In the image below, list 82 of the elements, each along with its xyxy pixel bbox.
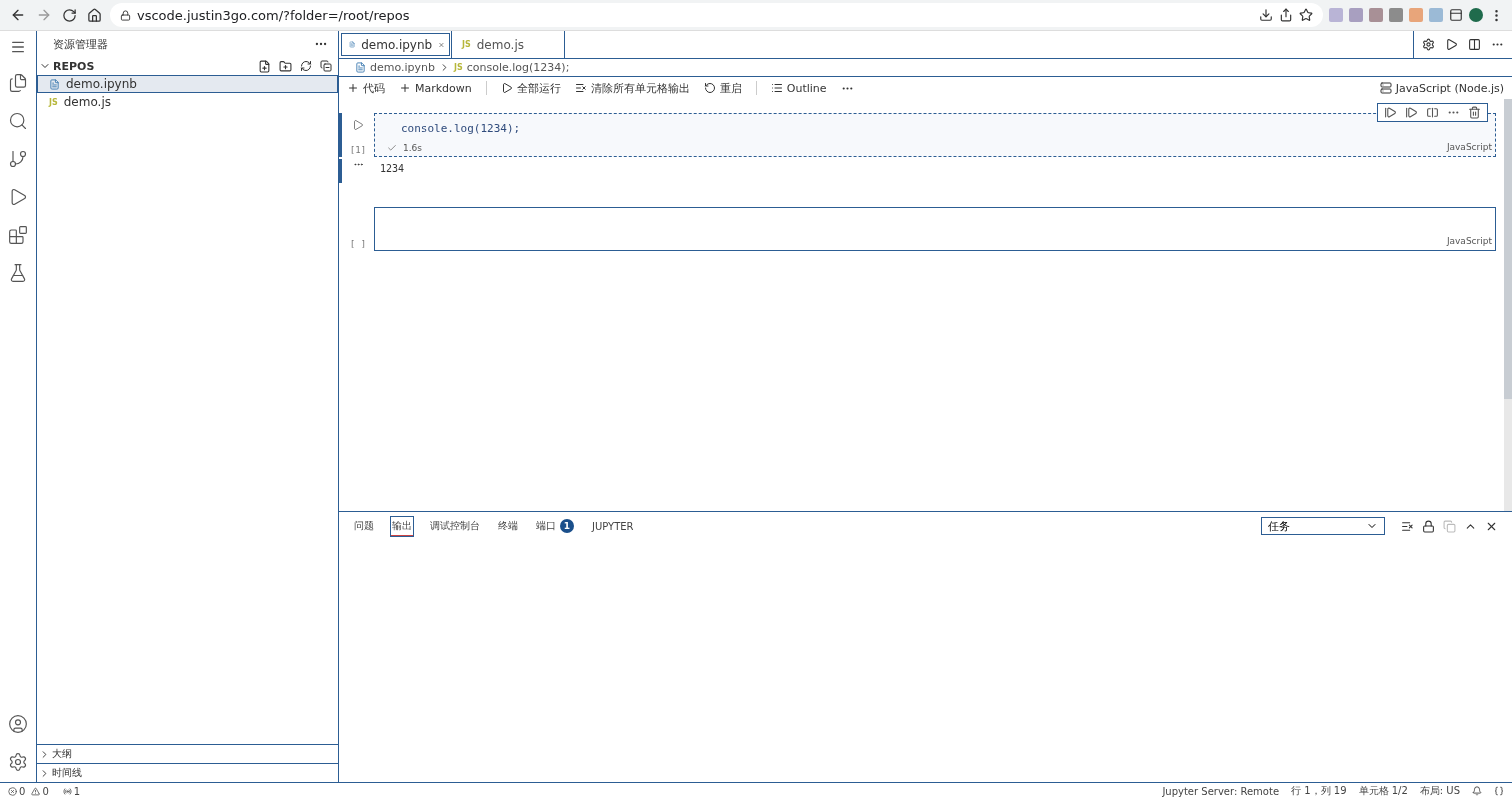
- side-panel-icon[interactable]: [1449, 8, 1463, 22]
- toolbar-button[interactable]: Markdown: [399, 81, 472, 95]
- count-badge: 1: [560, 519, 574, 533]
- scrollbar[interactable]: [1504, 99, 1512, 511]
- profile-avatar[interactable]: [1469, 8, 1483, 22]
- toolbar-button[interactable]: 全部运行: [500, 80, 561, 96]
- split-cell-icon[interactable]: [1426, 106, 1439, 119]
- lock-icon[interactable]: [1422, 519, 1435, 533]
- download-icon[interactable]: [1259, 8, 1273, 22]
- cell-language[interactable]: JavaScript: [1443, 236, 1495, 248]
- address-bar[interactable]: vscode.justin3go.com/?folder=/root/repos: [110, 3, 1323, 27]
- toolbar-button[interactable]: Outline: [770, 81, 827, 95]
- kernel-picker[interactable]: JavaScript (Node.js): [1379, 81, 1504, 95]
- collapse-icon[interactable]: [320, 60, 332, 72]
- toolbar-button[interactable]: 重启: [703, 80, 742, 96]
- run-cell-button[interactable]: [352, 119, 364, 131]
- clear-output-icon[interactable]: [1401, 519, 1414, 533]
- split-editor-icon[interactable]: [1468, 38, 1481, 51]
- run-duration: 1.6s: [403, 143, 422, 153]
- code-cell[interactable]: console.log(1234); 1.6s JavaScript: [374, 113, 1496, 157]
- play-icon: [500, 82, 513, 94]
- panel-tab[interactable]: 输出: [391, 516, 413, 536]
- restart-icon: [703, 82, 716, 94]
- sidebar-section[interactable]: 时间线: [37, 763, 338, 782]
- status-item[interactable]: 布局: US: [1419, 784, 1460, 798]
- panel-tab[interactable]: 端口 1: [535, 517, 575, 535]
- cell-language[interactable]: JavaScript: [1443, 142, 1495, 154]
- errors-status[interactable]: 0: [8, 785, 26, 797]
- plus-icon: [399, 82, 411, 94]
- notebook-icon: [349, 39, 356, 50]
- new-folder-icon[interactable]: [279, 59, 292, 73]
- editor-tab[interactable]: demo.ipynb: [339, 31, 452, 58]
- clear-icon: [574, 82, 587, 94]
- refresh-icon[interactable]: [300, 60, 312, 72]
- code-line: console.log(1234);: [400, 121, 522, 135]
- panel-tab[interactable]: JUPYTER: [591, 518, 635, 534]
- execution-count: [ ]: [349, 239, 367, 249]
- extensions-icon[interactable]: [6, 223, 30, 247]
- toolbar-button[interactable]: 清除所有单元格输出: [574, 80, 690, 96]
- output-channel-select[interactable]: 任务: [1261, 517, 1385, 535]
- cell-output: 1234: [379, 162, 405, 174]
- run-below-icon[interactable]: [1405, 106, 1418, 119]
- status-item[interactable]: 单元格 1/2: [1358, 784, 1408, 798]
- trash-icon[interactable]: [1468, 106, 1481, 119]
- breadcrumb-item[interactable]: console.log(1234);: [466, 61, 570, 74]
- file-item[interactable]: JS demo.js: [37, 93, 338, 111]
- lock-icon: [120, 9, 131, 21]
- sidebar-section[interactable]: 大纲: [37, 744, 338, 763]
- file-item[interactable]: demo.ipynb: [37, 75, 338, 93]
- server-icon: [1379, 82, 1392, 94]
- javascript-file-icon: JS: [454, 63, 463, 72]
- account-icon[interactable]: [6, 712, 30, 736]
- warnings-status[interactable]: 0: [31, 785, 49, 797]
- share-icon[interactable]: [1279, 8, 1293, 22]
- toolbar-button[interactable]: 代码: [347, 80, 385, 96]
- plus-icon: [347, 82, 359, 94]
- bookmark-star-icon[interactable]: [1299, 8, 1313, 22]
- run-above-icon[interactable]: [1384, 106, 1397, 119]
- braces-icon[interactable]: [1494, 786, 1504, 796]
- scrollbar-thumb[interactable]: [1504, 99, 1512, 399]
- new-file-icon[interactable]: [258, 59, 271, 73]
- panel-tab[interactable]: 终端: [497, 517, 519, 535]
- editor-tab[interactable]: JS demo.js: [452, 31, 565, 58]
- settings-icon[interactable]: [1422, 38, 1435, 51]
- panel-tab[interactable]: 问题: [353, 517, 375, 535]
- javascript-file-icon: JS: [49, 97, 58, 107]
- check-icon: [387, 143, 397, 153]
- breadcrumb-item[interactable]: demo.ipynb: [370, 61, 435, 74]
- folder-row[interactable]: REPOS: [37, 57, 338, 75]
- status-item[interactable]: 行 1，列 19: [1291, 784, 1347, 798]
- sidebar-title: 资源管理器: [53, 36, 108, 52]
- code-cell[interactable]: JavaScript: [374, 207, 1496, 251]
- execution-count: [1]: [349, 145, 367, 155]
- notebook-icon: [49, 78, 60, 90]
- ports-status[interactable]: 1: [62, 785, 81, 797]
- play-icon[interactable]: [1445, 38, 1458, 51]
- bell-icon[interactable]: [1472, 786, 1482, 796]
- notebook-icon: [355, 62, 366, 73]
- status-item[interactable]: Jupyter Server: Remote: [1162, 785, 1280, 797]
- list-icon: [770, 82, 783, 94]
- javascript-file-icon: JS: [462, 40, 471, 49]
- panel-tab[interactable]: 调试控制台: [429, 517, 481, 535]
